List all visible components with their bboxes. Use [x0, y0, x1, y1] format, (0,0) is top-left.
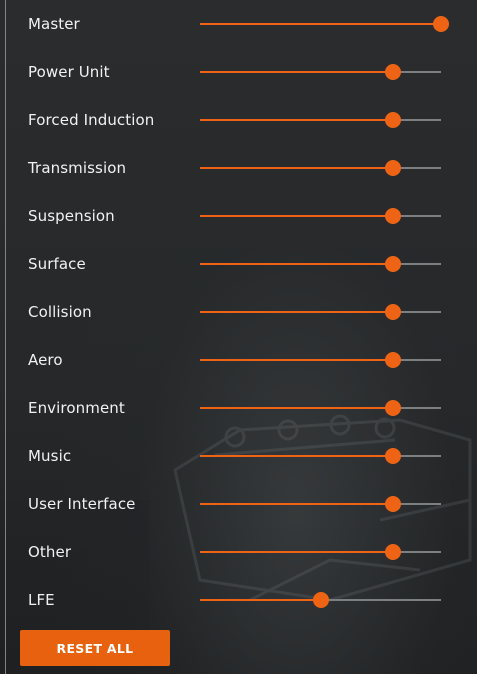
slider-fill: [200, 215, 393, 217]
slider-row-aero: Aero: [0, 336, 477, 384]
slider-row-music: Music: [0, 432, 477, 480]
slider-label: Master: [28, 15, 80, 33]
slider-label: Other: [28, 543, 72, 561]
slider-thumb[interactable]: [384, 400, 401, 416]
slider-fill: [200, 599, 321, 601]
slider-fill: [200, 503, 393, 505]
slider-row-surface: Surface: [0, 240, 477, 288]
slider-fill: [200, 551, 393, 553]
slider-fill: [200, 23, 441, 25]
volume-slider-transmission[interactable]: [200, 160, 441, 176]
reset-all-button[interactable]: RESET ALL: [20, 630, 170, 666]
slider-row-other: Other: [0, 528, 477, 576]
slider-thumb[interactable]: [384, 112, 401, 128]
volume-slider-suspension[interactable]: [200, 208, 441, 224]
slider-fill: [200, 263, 393, 265]
slider-row-user-interface: User Interface: [0, 480, 477, 528]
volume-slider-lfe[interactable]: [200, 592, 441, 608]
slider-row-power-unit: Power Unit: [0, 48, 477, 96]
slider-thumb[interactable]: [384, 208, 401, 224]
slider-label: Surface: [28, 255, 86, 273]
slider-row-forced-induction: Forced Induction: [0, 96, 477, 144]
volume-slider-other[interactable]: [200, 544, 441, 560]
slider-label: Forced Induction: [28, 111, 155, 129]
slider-label: Environment: [28, 399, 125, 417]
slider-thumb[interactable]: [384, 64, 401, 80]
slider-thumb[interactable]: [384, 496, 401, 512]
slider-thumb[interactable]: [384, 352, 401, 368]
slider-row-transmission: Transmission: [0, 144, 477, 192]
slider-fill: [200, 407, 393, 409]
volume-slider-music[interactable]: [200, 448, 441, 464]
slider-row-suspension: Suspension: [0, 192, 477, 240]
volume-slider-surface[interactable]: [200, 256, 441, 272]
slider-label: Power Unit: [28, 63, 110, 81]
slider-fill: [200, 119, 393, 121]
slider-label: Collision: [28, 303, 92, 321]
slider-row-collision: Collision: [0, 288, 477, 336]
slider-thumb[interactable]: [433, 16, 449, 32]
slider-thumb[interactable]: [312, 592, 329, 608]
slider-fill: [200, 359, 393, 361]
volume-slider-environment[interactable]: [200, 400, 441, 416]
slider-thumb[interactable]: [384, 544, 401, 560]
volume-slider-aero[interactable]: [200, 352, 441, 368]
volume-slider-user-interface[interactable]: [200, 496, 441, 512]
slider-row-environment: Environment: [0, 384, 477, 432]
slider-thumb[interactable]: [384, 256, 401, 272]
slider-row-master: Master: [0, 0, 477, 48]
slider-label: User Interface: [28, 495, 136, 513]
slider-label: LFE: [28, 591, 55, 609]
slider-label: Aero: [28, 351, 63, 369]
audio-settings-panel: Master Power Unit Forced Induction Transmis…: [0, 0, 477, 674]
slider-fill: [200, 455, 393, 457]
slider-label: Music: [28, 447, 72, 465]
volume-slider-collision[interactable]: [200, 304, 441, 320]
slider-fill: [200, 167, 393, 169]
slider-fill: [200, 311, 393, 313]
slider-label: Suspension: [28, 207, 115, 225]
volume-slider-forced-induction[interactable]: [200, 112, 441, 128]
volume-slider-master[interactable]: [200, 16, 449, 32]
slider-thumb[interactable]: [384, 160, 401, 176]
slider-fill: [200, 71, 393, 73]
volume-slider-power-unit[interactable]: [200, 64, 441, 80]
slider-thumb[interactable]: [384, 448, 401, 464]
slider-row-lfe: LFE: [0, 576, 477, 624]
slider-thumb[interactable]: [384, 304, 401, 320]
slider-label: Transmission: [28, 159, 127, 177]
